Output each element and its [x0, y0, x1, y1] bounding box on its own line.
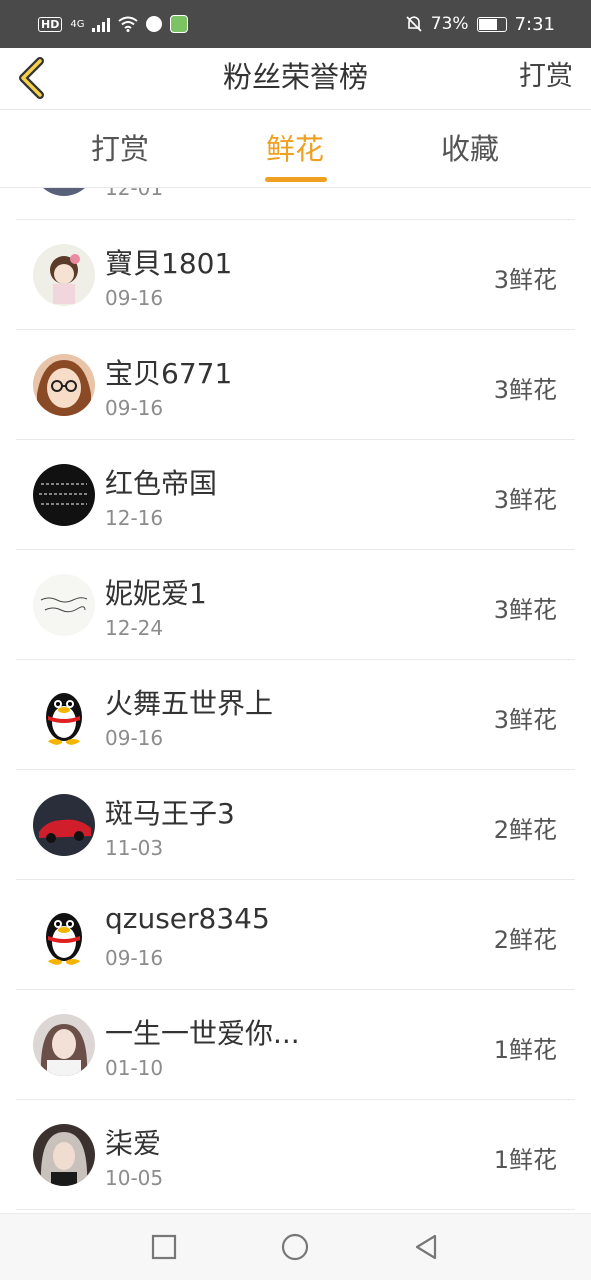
- item-date: 09-16: [105, 726, 164, 750]
- list-item[interactable]: 12-01: [16, 188, 575, 220]
- item-date: 12-01: [105, 188, 164, 200]
- flower-count: 3鲜花: [493, 266, 557, 294]
- flower-count: 1鲜花: [493, 1036, 557, 1064]
- user-name: 寶貝1801: [105, 247, 233, 280]
- item-date: 09-16: [105, 286, 164, 310]
- triangle-back-icon[interactable]: [411, 1232, 441, 1262]
- item-date: 01-10: [105, 1056, 164, 1080]
- mute-icon: [406, 16, 422, 32]
- tab-bar: 打赏 鲜花 收藏: [0, 110, 591, 188]
- item-date: 09-16: [105, 946, 164, 970]
- clock: 7:31: [514, 13, 555, 35]
- list-item[interactable]: 红色帝国 12-16 3鲜花: [16, 440, 575, 550]
- signal-icon: [92, 17, 111, 32]
- user-name: qzuser8345: [105, 902, 270, 935]
- flower-count: 3鲜花: [493, 376, 557, 404]
- status-left: HD 4G: [38, 15, 189, 33]
- item-date: 10-05: [105, 1166, 164, 1190]
- circle-icon[interactable]: [280, 1232, 310, 1262]
- reward-button[interactable]: 打赏: [519, 48, 573, 110]
- square-icon[interactable]: [149, 1232, 179, 1262]
- item-date: 09-16: [105, 396, 164, 420]
- page-title: 粉丝荣誉榜: [222, 60, 368, 94]
- list-item[interactable]: 火舞五世界上 09-16 3鲜花: [16, 660, 575, 770]
- qq-penguin-avatar: [33, 684, 95, 746]
- list-item[interactable]: qzuser8345 09-16 2鲜花: [16, 880, 575, 990]
- user-name: 斑马王子3: [105, 797, 235, 830]
- navigation-bar: 粉丝荣誉榜 打赏: [0, 48, 591, 110]
- hd-badge: HD: [38, 16, 63, 32]
- status-bar: HD 4G 73% 7:31: [0, 0, 591, 48]
- list-item[interactable]: 妮妮爱1 12-24 3鲜花: [16, 550, 575, 660]
- handwriting-avatar: [33, 574, 95, 636]
- list-item[interactable]: 一生一世爱你... 01-10 1鲜花: [16, 990, 575, 1100]
- photo-girl-dark-avatar: [33, 1124, 95, 1186]
- user-name: 一生一世爱你...: [105, 1017, 300, 1050]
- list-item[interactable]: 寶貝1801 09-16 3鲜花: [16, 220, 575, 330]
- glasses-girl-avatar: [33, 354, 95, 416]
- tab-reward[interactable]: 打赏: [91, 110, 149, 188]
- battery-percent: 73%: [430, 14, 469, 34]
- qq-penguin-avatar: [33, 904, 95, 966]
- flower-count: 3鲜花: [493, 706, 557, 734]
- flower-count: 2鲜花: [493, 926, 557, 954]
- avatar: [33, 188, 95, 196]
- photo-girl-avatar: [33, 1014, 95, 1076]
- user-name: 火舞五世界上: [105, 687, 274, 720]
- item-date: 11-03: [105, 836, 164, 860]
- user-name: 红色帝国: [105, 467, 218, 500]
- flower-count: 2鲜花: [493, 816, 557, 844]
- flower-count: 3鲜花: [493, 596, 557, 624]
- status-right: 73% 7:31: [405, 14, 555, 35]
- flower-count: 1鲜花: [493, 1146, 557, 1174]
- wifi-icon: [118, 16, 139, 32]
- flower-count: 3鲜花: [493, 486, 557, 514]
- active-tab-indicator: [265, 177, 327, 182]
- user-name: 妮妮爱1: [105, 577, 207, 610]
- list-item[interactable]: 柒爱 10-05 1鲜花: [16, 1100, 575, 1210]
- notification-app-icon: [170, 15, 189, 33]
- fan-ranking-list[interactable]: 12-01 寶貝1801 09-16 3鲜花 宝贝6771 09-16 3鲜花 …: [0, 188, 591, 1213]
- item-date: 12-16: [105, 506, 164, 530]
- red-car-avatar: [33, 794, 95, 856]
- battery-icon: [476, 16, 507, 32]
- cartoon-girl-avatar: [33, 244, 95, 306]
- network-type: 4G: [70, 18, 85, 30]
- user-name: 宝贝6771: [105, 357, 233, 390]
- system-navigation-bar: [0, 1213, 591, 1280]
- item-date: 12-24: [105, 616, 164, 640]
- list-item[interactable]: 斑马王子3 11-03 2鲜花: [16, 770, 575, 880]
- user-name: 柒爱: [105, 1127, 162, 1160]
- chevron-left-icon[interactable]: [14, 56, 50, 100]
- list-item[interactable]: 宝贝6771 09-16 3鲜花: [16, 330, 575, 440]
- globe-icon: [146, 16, 163, 32]
- tab-favorites[interactable]: 收藏: [441, 110, 499, 188]
- dark-text-avatar: [33, 464, 95, 526]
